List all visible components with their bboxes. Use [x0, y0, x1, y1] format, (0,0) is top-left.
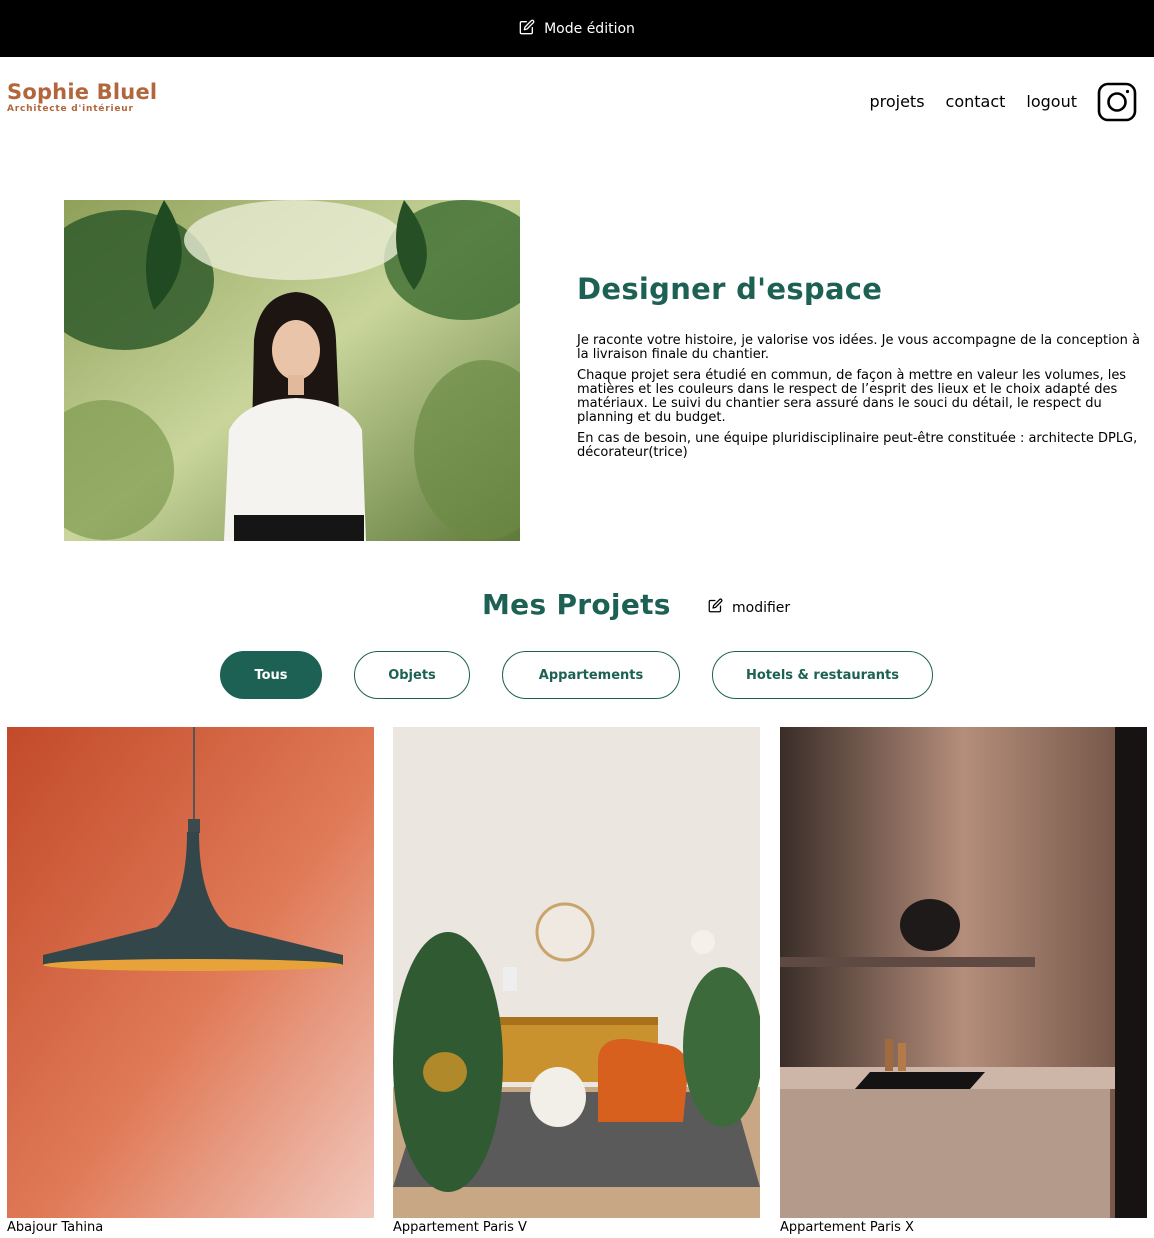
- project-image: [780, 727, 1147, 1218]
- filter-tous[interactable]: Tous: [220, 651, 322, 699]
- instagram-icon[interactable]: [1097, 82, 1137, 122]
- project-caption: Appartement Paris V: [393, 1220, 527, 1235]
- logo[interactable]: Sophie Bluel Architecte d'intérieur: [7, 80, 157, 114]
- edit-mode-label: Mode édition: [544, 20, 635, 37]
- project-image: [393, 727, 760, 1218]
- edit-icon: [519, 19, 535, 39]
- intro-text: Je raconte votre histoire, je valorise v…: [577, 334, 1149, 467]
- logo-title: Sophie Bluel: [7, 80, 158, 104]
- projects-title: Mes Projets: [482, 588, 671, 621]
- edit-icon: [708, 598, 723, 617]
- portrait-photo: [64, 200, 520, 541]
- project-image: [7, 727, 374, 1218]
- main-nav: projets contact logout: [869, 92, 1077, 111]
- project-card[interactable]: Appartement Paris X: [780, 727, 1147, 1235]
- project-card[interactable]: Abajour Tahina: [7, 727, 374, 1235]
- nav-logout[interactable]: logout: [1026, 92, 1077, 111]
- intro-paragraph: Je raconte votre histoire, je valorise v…: [577, 333, 1140, 362]
- nav-contact[interactable]: contact: [946, 92, 1006, 111]
- logo-subtitle: Architecte d'intérieur: [7, 104, 134, 114]
- intro-paragraph: Chaque projet sera étudié en commun, de …: [577, 368, 1127, 425]
- project-caption: Appartement Paris X: [780, 1220, 914, 1235]
- edit-mode-bar: Mode édition: [0, 0, 1154, 57]
- project-caption: Abajour Tahina: [7, 1220, 104, 1235]
- intro-title: Designer d'espace: [577, 272, 883, 306]
- filter-appartements[interactable]: Appartements: [502, 651, 680, 699]
- filter-objets[interactable]: Objets: [354, 651, 470, 699]
- modify-button[interactable]: modifier: [708, 598, 790, 617]
- nav-projets[interactable]: projets: [869, 92, 924, 111]
- filter-hotels-restaurants[interactable]: Hotels & restaurants: [712, 651, 933, 699]
- modify-label: modifier: [732, 599, 791, 616]
- project-card[interactable]: Appartement Paris V: [393, 727, 760, 1235]
- intro-paragraph: En cas de besoin, une équipe pluridiscip…: [577, 431, 1138, 460]
